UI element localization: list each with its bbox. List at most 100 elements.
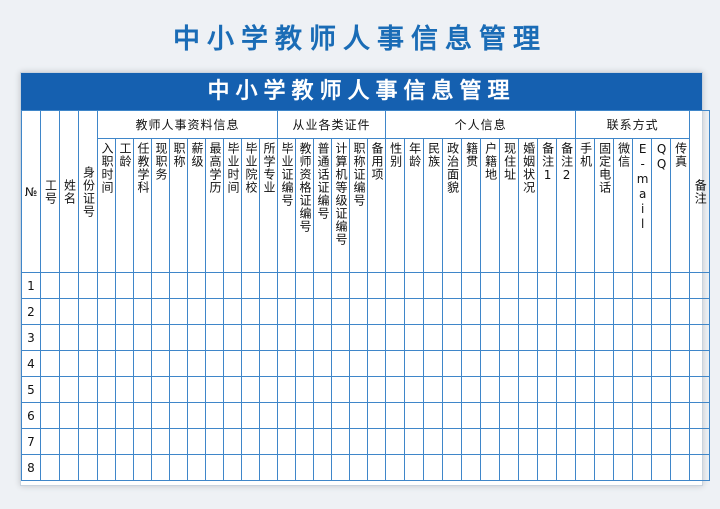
table-cell[interactable] bbox=[277, 298, 297, 325]
table-cell[interactable] bbox=[689, 428, 711, 455]
table-cell[interactable] bbox=[40, 272, 60, 299]
table-cell[interactable] bbox=[404, 324, 425, 351]
table-cell[interactable] bbox=[461, 402, 482, 429]
table-cell[interactable] bbox=[223, 298, 242, 325]
table-cell[interactable] bbox=[349, 298, 369, 325]
table-cell[interactable] bbox=[59, 324, 79, 351]
table-cell[interactable] bbox=[133, 350, 152, 377]
table-cell[interactable] bbox=[537, 298, 558, 325]
table-cell[interactable] bbox=[349, 428, 369, 455]
table-cell[interactable] bbox=[689, 376, 711, 403]
table-cell[interactable] bbox=[499, 298, 520, 325]
table-cell[interactable] bbox=[59, 376, 79, 403]
table-cell[interactable] bbox=[313, 324, 333, 351]
table-cell[interactable] bbox=[151, 376, 170, 403]
table-cell[interactable] bbox=[313, 272, 333, 299]
table-cell[interactable] bbox=[115, 402, 134, 429]
table-cell[interactable] bbox=[151, 272, 170, 299]
table-cell[interactable] bbox=[151, 298, 170, 325]
table-cell[interactable] bbox=[205, 272, 224, 299]
table-cell[interactable] bbox=[423, 376, 444, 403]
table-cell[interactable] bbox=[241, 428, 260, 455]
table-cell[interactable] bbox=[632, 298, 653, 325]
table-cell[interactable] bbox=[499, 272, 520, 299]
table-cell[interactable] bbox=[613, 428, 634, 455]
table-cell[interactable] bbox=[385, 402, 406, 429]
table-cell[interactable] bbox=[670, 272, 691, 299]
table-cell[interactable] bbox=[480, 428, 501, 455]
table-cell[interactable] bbox=[670, 402, 691, 429]
table-cell[interactable] bbox=[632, 428, 653, 455]
table-cell[interactable] bbox=[385, 428, 406, 455]
table-cell[interactable] bbox=[518, 298, 539, 325]
table-cell[interactable] bbox=[295, 272, 315, 299]
table-cell[interactable] bbox=[670, 454, 691, 481]
table-cell[interactable] bbox=[651, 350, 672, 377]
table-cell[interactable] bbox=[313, 428, 333, 455]
table-cell[interactable] bbox=[78, 402, 98, 429]
table-cell[interactable] bbox=[537, 324, 558, 351]
table-cell[interactable] bbox=[689, 402, 711, 429]
table-cell[interactable] bbox=[556, 272, 577, 299]
table-cell[interactable] bbox=[295, 454, 315, 481]
table-cell[interactable] bbox=[223, 376, 242, 403]
table-cell[interactable] bbox=[499, 454, 520, 481]
table-cell[interactable] bbox=[349, 454, 369, 481]
table-cell[interactable] bbox=[480, 454, 501, 481]
table-cell[interactable] bbox=[277, 454, 297, 481]
table-cell[interactable] bbox=[241, 350, 260, 377]
table-cell[interactable] bbox=[115, 298, 134, 325]
table-cell[interactable] bbox=[40, 376, 60, 403]
table-cell[interactable] bbox=[169, 350, 188, 377]
table-cell[interactable] bbox=[97, 272, 116, 299]
table-cell[interactable] bbox=[613, 324, 634, 351]
table-cell[interactable] bbox=[349, 350, 369, 377]
table-cell[interactable] bbox=[313, 402, 333, 429]
table-cell[interactable] bbox=[556, 454, 577, 481]
table-cell[interactable] bbox=[277, 324, 297, 351]
table-cell[interactable] bbox=[367, 272, 387, 299]
table-cell[interactable] bbox=[223, 272, 242, 299]
table-cell[interactable] bbox=[461, 324, 482, 351]
table-cell[interactable] bbox=[442, 350, 463, 377]
table-cell[interactable] bbox=[115, 324, 134, 351]
table-cell[interactable] bbox=[97, 350, 116, 377]
table-cell[interactable] bbox=[78, 350, 98, 377]
table-cell[interactable] bbox=[689, 272, 711, 299]
table-cell[interactable] bbox=[169, 428, 188, 455]
table-cell[interactable] bbox=[461, 272, 482, 299]
table-cell[interactable] bbox=[97, 376, 116, 403]
table-cell[interactable] bbox=[151, 324, 170, 351]
table-cell[interactable] bbox=[385, 272, 406, 299]
table-cell[interactable] bbox=[651, 454, 672, 481]
table-cell[interactable] bbox=[556, 428, 577, 455]
table-cell[interactable] bbox=[349, 272, 369, 299]
table-cell[interactable] bbox=[594, 324, 615, 351]
table-cell[interactable] bbox=[537, 454, 558, 481]
table-cell[interactable] bbox=[367, 454, 387, 481]
table-cell[interactable] bbox=[205, 324, 224, 351]
table-cell[interactable] bbox=[632, 324, 653, 351]
table-cell[interactable] bbox=[313, 376, 333, 403]
table-cell[interactable] bbox=[480, 402, 501, 429]
table-cell[interactable] bbox=[499, 402, 520, 429]
table-cell[interactable] bbox=[670, 376, 691, 403]
table-cell[interactable] bbox=[205, 454, 224, 481]
table-cell[interactable] bbox=[689, 324, 711, 351]
table-cell[interactable] bbox=[241, 324, 260, 351]
table-cell[interactable] bbox=[575, 350, 596, 377]
table-cell[interactable] bbox=[423, 272, 444, 299]
table-cell[interactable] bbox=[187, 402, 206, 429]
table-cell[interactable] bbox=[651, 376, 672, 403]
table-cell[interactable] bbox=[277, 402, 297, 429]
table-cell[interactable] bbox=[480, 298, 501, 325]
table-cell[interactable] bbox=[40, 298, 60, 325]
table-cell[interactable] bbox=[205, 402, 224, 429]
table-cell[interactable] bbox=[133, 402, 152, 429]
table-cell[interactable] bbox=[151, 454, 170, 481]
table-cell[interactable] bbox=[556, 376, 577, 403]
table-cell[interactable] bbox=[404, 272, 425, 299]
table-cell[interactable] bbox=[632, 350, 653, 377]
table-cell[interactable] bbox=[385, 298, 406, 325]
table-cell[interactable] bbox=[499, 428, 520, 455]
